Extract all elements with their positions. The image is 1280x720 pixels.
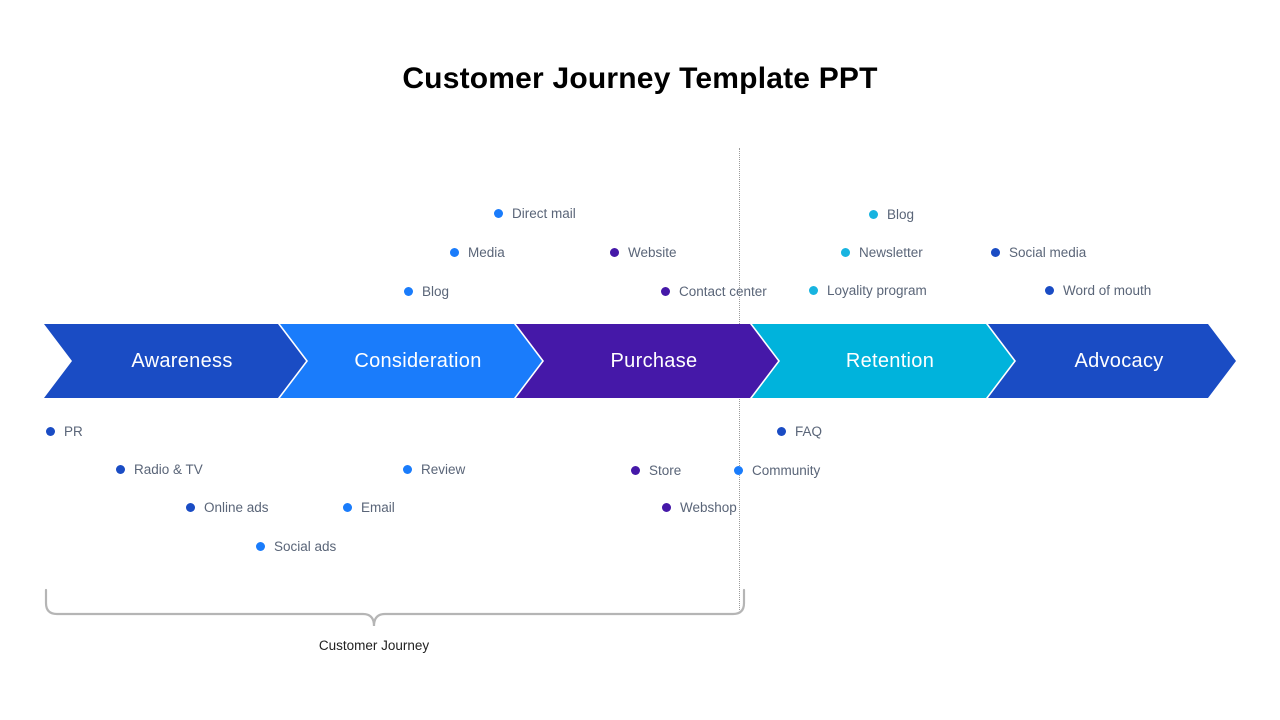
touchpoint-blog[interactable]: Blog [404, 284, 449, 299]
touchpoint-label: PR [64, 424, 83, 439]
stage-chevron-awareness[interactable]: Awareness [44, 324, 306, 398]
touchpoint-label: Email [361, 500, 395, 515]
bullet-dot-icon [404, 287, 413, 296]
stage-chevron-consideration[interactable]: Consideration [280, 324, 542, 398]
touchpoint-label: Website [628, 245, 677, 260]
bullet-dot-icon [494, 209, 503, 218]
touchpoint-media[interactable]: Media [450, 245, 505, 260]
stage-chevron-retention[interactable]: Retention [752, 324, 1014, 398]
touchpoint-label: Webshop [680, 500, 737, 515]
stage-label: Retention [845, 349, 935, 372]
bullet-dot-icon [403, 465, 412, 474]
touchpoint-label: Social media [1009, 245, 1087, 260]
bullet-dot-icon [1045, 286, 1054, 295]
touchpoint-label: Online ads [204, 500, 269, 515]
touchpoint-email[interactable]: Email [343, 500, 395, 515]
stage-label: Consideration [354, 349, 482, 372]
touchpoint-label: Media [468, 245, 505, 260]
bullet-dot-icon [662, 503, 671, 512]
touchpoint-label: FAQ [795, 424, 823, 439]
bullet-dot-icon [841, 248, 850, 257]
touchpoint-label: Store [649, 463, 682, 478]
touchpoint-pr[interactable]: PR [46, 424, 83, 439]
bullet-dot-icon [610, 248, 619, 257]
bullet-dot-icon [343, 503, 352, 512]
page-title: Customer Journey Template PPT [402, 62, 878, 95]
bullet-dot-icon [186, 503, 195, 512]
customer-journey-slide: Customer Journey Template PPT Awareness C… [0, 0, 1280, 720]
touchpoint-website[interactable]: Website [610, 245, 677, 260]
stage-label: Awareness [131, 349, 233, 372]
touchpoint-newsletter[interactable]: Newsletter [841, 245, 923, 260]
stage-chevron-advocacy[interactable]: Advocacy [988, 324, 1236, 398]
bullet-dot-icon [256, 542, 265, 551]
touchpoint-label: Social ads [274, 539, 337, 554]
touchpoint-word-of-mouth[interactable]: Word of mouth [1045, 283, 1151, 298]
touchpoint-store[interactable]: Store [631, 463, 681, 478]
stage-label: Advocacy [1074, 349, 1164, 372]
bullet-dot-icon [869, 210, 878, 219]
brace-svg [44, 588, 746, 627]
touchpoint-label: Contact center [679, 284, 767, 299]
touchpoint-label: Radio & TV [134, 462, 203, 477]
touchpoint-loyality-program[interactable]: Loyality program [809, 283, 927, 298]
touchpoint-label: Review [421, 462, 466, 477]
journey-stage-band: Awareness Consideration Purchase Retention A… [0, 324, 1280, 400]
bullet-dot-icon [777, 427, 786, 436]
bullet-dot-icon [450, 248, 459, 257]
bullet-dot-icon [734, 466, 743, 475]
bullet-dot-icon [809, 286, 818, 295]
touchpoint-online-ads[interactable]: Online ads [186, 500, 269, 515]
bullet-dot-icon [661, 287, 670, 296]
touchpoint-social-media[interactable]: Social media [991, 245, 1086, 260]
customer-journey-brace [40, 588, 752, 628]
touchpoint-label: Blog [422, 284, 450, 299]
touchpoint-label: Newsletter [859, 245, 923, 260]
touchpoint-label: Blog [887, 207, 915, 222]
touchpoint-review[interactable]: Review [403, 462, 465, 477]
stage-chevron-purchase[interactable]: Purchase [516, 324, 778, 398]
touchpoint-community[interactable]: Community [734, 463, 820, 478]
touchpoint-blog[interactable]: Blog [869, 207, 914, 222]
touchpoint-label: Community [752, 463, 821, 478]
bullet-dot-icon [46, 427, 55, 436]
bullet-dot-icon [116, 465, 125, 474]
touchpoint-faq[interactable]: FAQ [777, 424, 822, 439]
stage-label: Purchase [610, 349, 698, 372]
bullet-dot-icon [631, 466, 640, 475]
touchpoint-label: Direct mail [512, 206, 576, 221]
touchpoint-webshop[interactable]: Webshop [662, 500, 737, 515]
touchpoint-label: Word of mouth [1063, 283, 1152, 298]
touchpoint-social-ads[interactable]: Social ads [256, 539, 336, 554]
brace-label: Customer Journey [318, 638, 430, 653]
touchpoint-contact-center[interactable]: Contact center [661, 284, 767, 299]
touchpoint-direct-mail[interactable]: Direct mail [494, 206, 576, 221]
touchpoint-radio-tv[interactable]: Radio & TV [116, 462, 203, 477]
bullet-dot-icon [991, 248, 1000, 257]
touchpoint-label: Loyality program [827, 283, 927, 298]
